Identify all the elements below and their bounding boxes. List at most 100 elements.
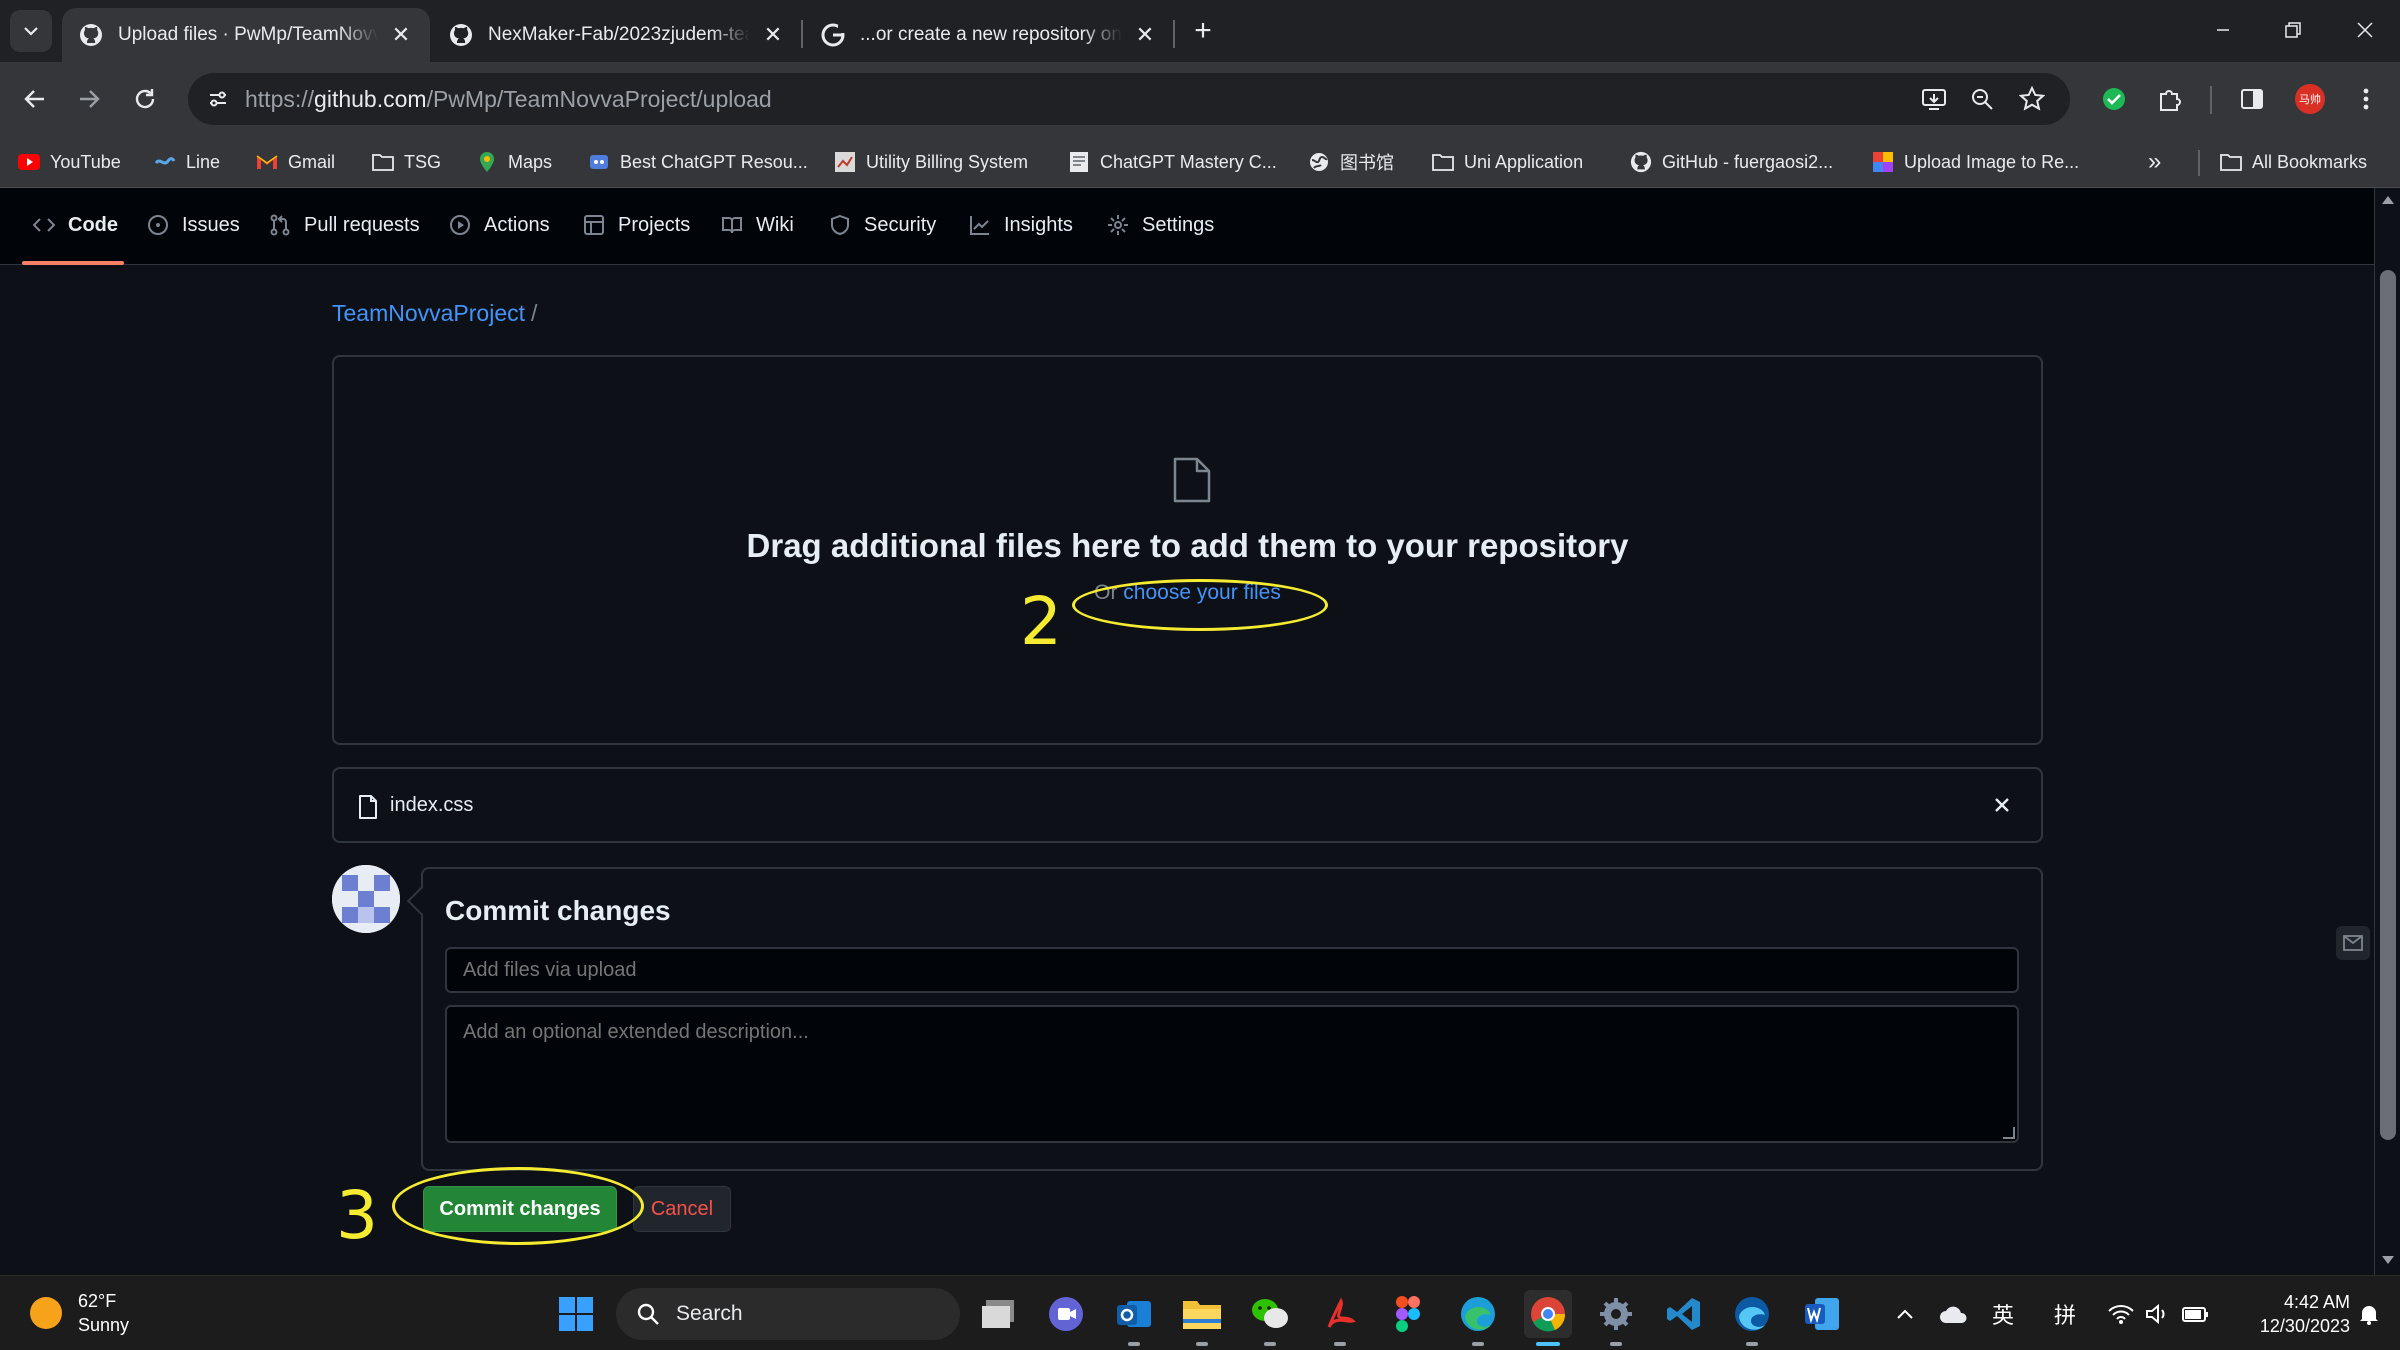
acrobat-button[interactable] (1316, 1290, 1364, 1346)
breadcrumb-repo-link[interactable]: TeamNovvaProject (332, 300, 525, 326)
vscode-button[interactable] (1660, 1290, 1708, 1338)
restore-icon (2285, 22, 2301, 38)
address-bar[interactable]: https://github.com/PwMp/TeamNovvaProject… (188, 73, 2070, 125)
taskbar-clock[interactable]: 4:42 AM 12/30/2023 (2226, 1290, 2350, 1338)
page-scrollbar[interactable] (2374, 188, 2400, 1275)
tab-pull-requests[interactable]: Pull requests (268, 210, 420, 240)
show-hidden-icons-button[interactable] (1890, 1294, 1920, 1334)
forward-button[interactable] (68, 78, 110, 120)
tab-security[interactable]: Security (828, 210, 936, 240)
tab-wiki[interactable]: Wiki (720, 210, 794, 240)
upload-page: TeamNovvaProject / Drag additional files … (0, 265, 2374, 1275)
commit-description-textarea[interactable] (445, 1005, 2019, 1143)
figma-button[interactable] (1384, 1290, 1432, 1338)
minimize-button[interactable] (2188, 0, 2258, 60)
edge-dev-button[interactable] (1728, 1290, 1776, 1346)
close-icon[interactable]: ✕ (760, 22, 786, 48)
start-button[interactable] (552, 1290, 600, 1338)
bookmark-utility-billing[interactable]: Utility Billing System (834, 146, 1028, 178)
cancel-button[interactable]: Cancel (633, 1186, 731, 1232)
bookmarks-overflow-button[interactable]: » (2148, 146, 2161, 178)
bookmark-chatgpt-resources[interactable]: Best ChatGPT Resou... (588, 146, 808, 178)
extension-check-icon[interactable] (2094, 79, 2134, 119)
scrollbar-thumb[interactable] (2380, 270, 2396, 1140)
resize-grip-icon[interactable] (2003, 1127, 2015, 1139)
install-app-icon[interactable] (1918, 83, 1950, 115)
bookmark-youtube[interactable]: YouTube (18, 146, 121, 178)
tab-label: Settings (1142, 213, 1215, 236)
side-panel-icon[interactable] (2232, 79, 2272, 119)
browser-tab-nexmaker[interactable]: NexMaker-Fab/2023zjudem-team ✕ (432, 8, 802, 62)
wifi-tray-button[interactable] (2104, 1294, 2138, 1334)
notifications-button[interactable] (2352, 1294, 2386, 1334)
repo-navigation: Code Issues Pull requests Actions Projec… (0, 188, 2374, 265)
tab-settings[interactable]: Settings (1106, 210, 1214, 240)
tab-label: Projects (618, 213, 691, 236)
tab-actions[interactable]: Actions (448, 210, 550, 240)
tab-issues[interactable]: Issues (146, 210, 240, 240)
maps-icon (476, 151, 498, 173)
bookmark-maps[interactable]: Maps (476, 146, 552, 178)
folder-icon (2220, 151, 2242, 173)
bookmark-line[interactable]: Line (154, 146, 220, 178)
site-info-icon[interactable] (202, 83, 234, 115)
feedback-widget[interactable] (2336, 926, 2370, 960)
commit-form: Commit changes (406, 867, 2043, 1171)
back-button[interactable] (14, 78, 56, 120)
bookmark-star-icon[interactable] (2016, 83, 2048, 115)
menu-kebab-icon[interactable] (2346, 79, 2386, 119)
taskbar-search[interactable]: Search (616, 1288, 960, 1340)
teams-button[interactable] (1042, 1290, 1090, 1338)
task-view-button[interactable] (974, 1290, 1022, 1338)
bookmark-library[interactable]: 图书馆 (1308, 146, 1394, 178)
bookmark-gmail[interactable]: Gmail (256, 146, 335, 178)
tab-code[interactable]: Code (32, 210, 118, 240)
close-window-button[interactable] (2330, 0, 2400, 60)
battery-tray-button[interactable] (2178, 1294, 2214, 1334)
close-icon[interactable]: ✕ (388, 22, 414, 48)
bookmark-tsg[interactable]: TSG (372, 146, 441, 178)
outlook-button[interactable] (1110, 1290, 1158, 1346)
file-dropzone[interactable]: Drag additional files here to add them t… (332, 355, 2043, 745)
zoom-icon[interactable] (1966, 83, 1998, 115)
extensions-puzzle-icon[interactable] (2150, 79, 2190, 119)
profile-avatar[interactable]: 马帅 (2290, 79, 2330, 119)
pull-request-icon (268, 213, 292, 237)
bookmark-github-fuergaosi[interactable]: GitHub - fuergaosi2... (1630, 146, 1833, 178)
restore-button[interactable] (2258, 0, 2328, 60)
bookmark-chatgpt-mastery[interactable]: ChatGPT Mastery C... (1068, 146, 1277, 178)
all-bookmarks-button[interactable]: All Bookmarks (2220, 146, 2367, 178)
sun-icon (30, 1297, 62, 1329)
weather-widget[interactable]: 62°F Sunny (30, 1288, 129, 1338)
settings-button[interactable] (1592, 1290, 1640, 1346)
commit-summary-input[interactable] (445, 947, 2019, 993)
file-explorer-button[interactable] (1178, 1290, 1226, 1346)
wechat-button[interactable] (1246, 1290, 1294, 1346)
bookmark-uni-application[interactable]: Uni Application (1432, 146, 1583, 178)
bookmark-label: YouTube (50, 151, 121, 172)
commit-heading: Commit changes (445, 895, 671, 926)
word-button[interactable] (1798, 1290, 1846, 1338)
tab-search-button[interactable] (10, 10, 52, 52)
bookmark-label: Maps (508, 151, 553, 172)
scroll-down-arrow-icon[interactable] (2382, 1256, 2394, 1264)
edge-button[interactable] (1454, 1290, 1502, 1346)
clock-date: 12/30/2023 (2259, 1316, 2350, 1336)
onedrive-tray-button[interactable] (1936, 1294, 1972, 1334)
new-tab-button[interactable]: + (1186, 14, 1220, 48)
browser-tab-google[interactable]: ...or create a new repository on the com… (804, 8, 1174, 62)
remove-file-button[interactable] (1987, 790, 2017, 820)
ime-language-button[interactable]: 英 (1986, 1294, 2020, 1334)
chrome-button[interactable] (1524, 1290, 1572, 1346)
tab-projects[interactable]: Projects (582, 210, 690, 240)
browser-tab-upload[interactable]: Upload files · PwMp/TeamNovvaProject ✕ (62, 8, 430, 62)
ime-mode-button[interactable]: 拼 (2048, 1294, 2082, 1334)
avatar[interactable] (332, 865, 400, 933)
reload-button[interactable] (124, 78, 166, 120)
scroll-up-arrow-icon[interactable] (2382, 196, 2394, 204)
close-icon[interactable]: ✕ (1132, 22, 1158, 48)
breadcrumb-separator: / (531, 300, 538, 326)
volume-tray-button[interactable] (2140, 1294, 2174, 1334)
bookmark-upload-image[interactable]: Upload Image to Re... (1872, 146, 2079, 178)
tab-insights[interactable]: Insights (968, 210, 1073, 240)
